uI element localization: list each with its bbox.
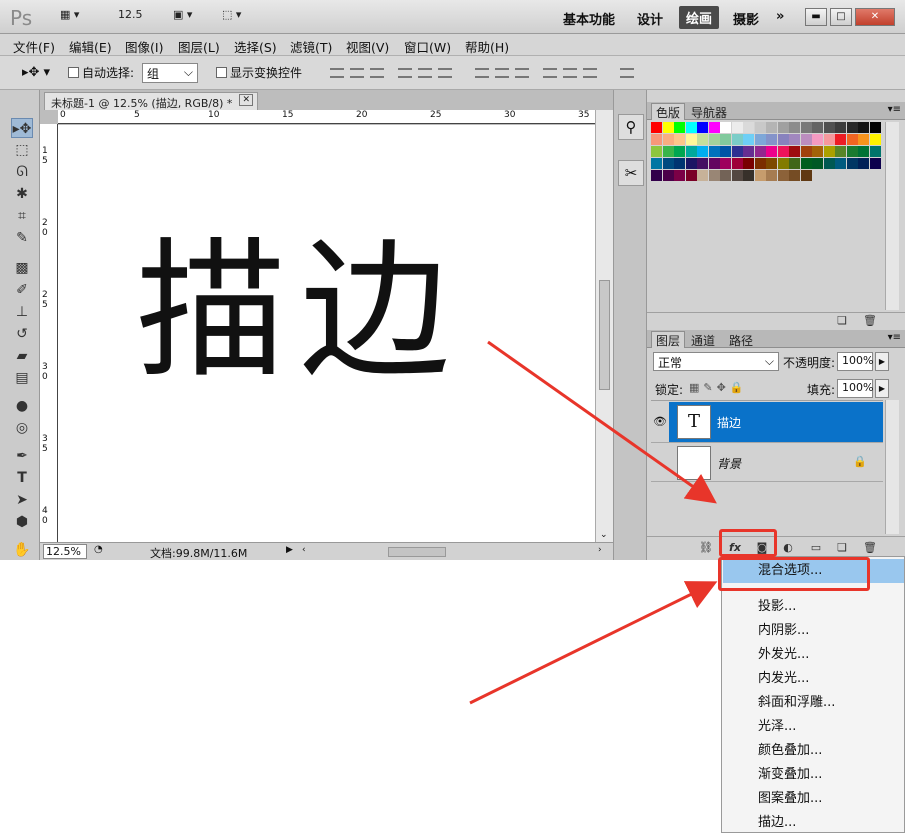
arrow-to-blending-options <box>469 581 718 705</box>
arrow-to-fx <box>487 340 717 504</box>
annotation-arrows <box>469 340 718 705</box>
